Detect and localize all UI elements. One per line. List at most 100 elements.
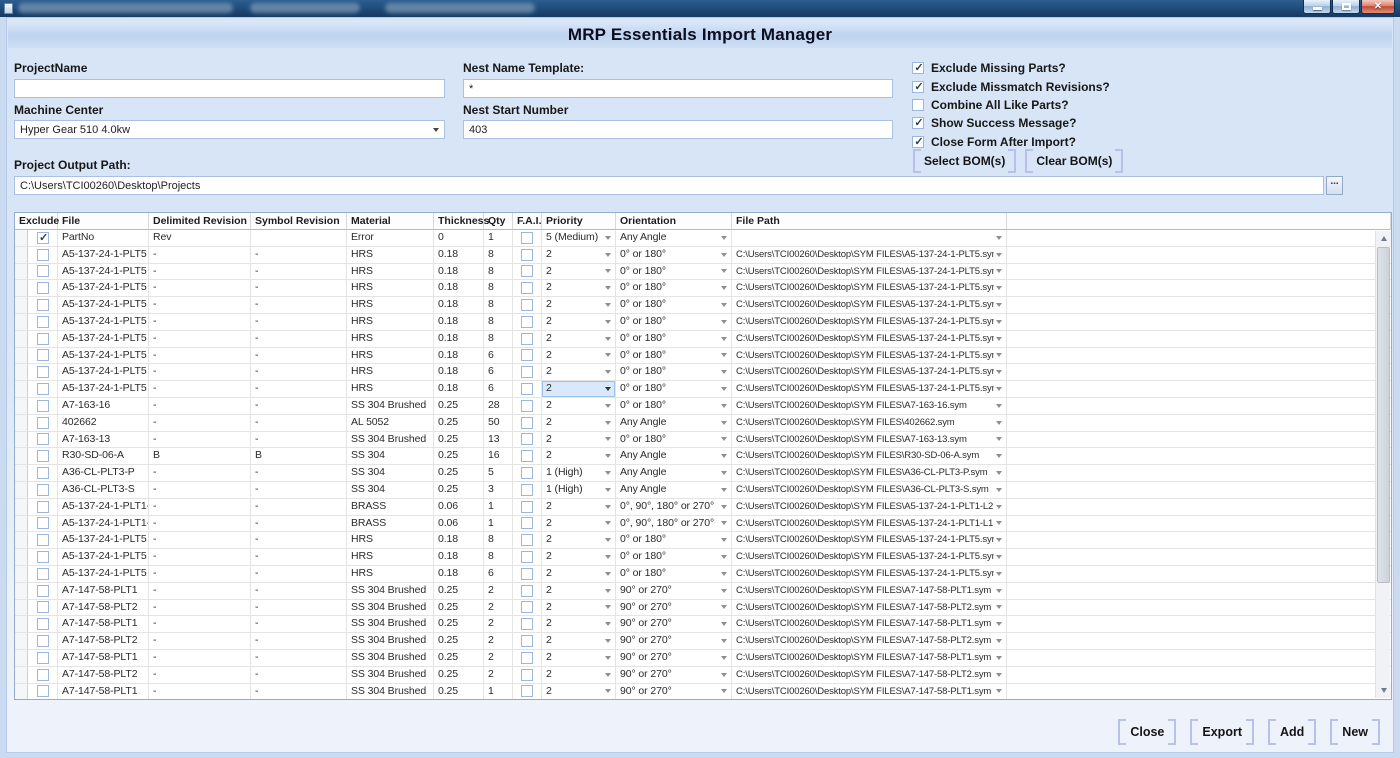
exclude-checkbox[interactable] — [37, 467, 49, 479]
exclude-checkbox[interactable] — [37, 265, 49, 277]
fai-cell[interactable] — [513, 566, 542, 583]
priority-dropdown[interactable]: 2 — [542, 432, 616, 449]
fai-checkbox[interactable] — [521, 366, 533, 378]
col-header-delimited-revision[interactable]: Delimited Revision — [149, 213, 251, 230]
row-header-cell[interactable] — [15, 684, 28, 699]
fai-cell[interactable] — [513, 549, 542, 566]
close-button[interactable]: Close — [1118, 719, 1176, 745]
select-bom-button[interactable]: Select BOM(s) — [913, 149, 1016, 173]
file-path-dropdown[interactable] — [732, 230, 1007, 247]
fai-checkbox[interactable] — [521, 585, 533, 597]
orientation-dropdown[interactable]: Any Angle — [616, 482, 732, 499]
row-header-cell[interactable] — [15, 314, 28, 331]
fai-cell[interactable] — [513, 448, 542, 465]
exclude-checkbox[interactable] — [37, 366, 49, 378]
fai-checkbox[interactable] — [521, 501, 533, 513]
exclude-checkbox[interactable] — [37, 316, 49, 328]
browse-button[interactable]: ... — [1326, 176, 1343, 195]
fai-checkbox[interactable] — [521, 249, 533, 261]
exclude-checkbox[interactable] — [37, 585, 49, 597]
priority-dropdown[interactable]: 2 — [542, 297, 616, 314]
priority-dropdown[interactable]: 2 — [542, 684, 616, 699]
orientation-dropdown[interactable]: Any Angle — [616, 230, 732, 247]
orientation-dropdown[interactable]: Any Angle — [616, 448, 732, 465]
file-path-dropdown[interactable]: C:\Users\TCI00260\Desktop\SYM FILES\A5-1… — [732, 566, 1007, 583]
exclude-cell[interactable] — [28, 650, 58, 667]
priority-dropdown[interactable]: 2 — [542, 415, 616, 432]
orientation-dropdown[interactable]: Any Angle — [616, 415, 732, 432]
fai-checkbox[interactable] — [521, 669, 533, 681]
file-path-dropdown[interactable]: C:\Users\TCI00260\Desktop\SYM FILES\A7-1… — [732, 432, 1007, 449]
file-path-dropdown[interactable]: C:\Users\TCI00260\Desktop\SYM FILES\A5-1… — [732, 381, 1007, 398]
row-header-cell[interactable] — [15, 348, 28, 365]
exclude-cell[interactable] — [28, 499, 58, 516]
exclude-cell[interactable] — [28, 516, 58, 533]
file-path-dropdown[interactable]: C:\Users\TCI00260\Desktop\SYM FILES\A5-1… — [732, 247, 1007, 264]
exclude-cell[interactable] — [28, 230, 58, 247]
fai-cell[interactable] — [513, 381, 542, 398]
priority-dropdown[interactable]: 2 — [542, 549, 616, 566]
file-path-dropdown[interactable]: C:\Users\TCI00260\Desktop\SYM FILES\A5-1… — [732, 280, 1007, 297]
row-header-cell[interactable] — [15, 499, 28, 516]
exclude-cell[interactable] — [28, 331, 58, 348]
exclude-checkbox[interactable] — [37, 232, 49, 244]
col-header-fai[interactable]: F.A.I. — [513, 213, 542, 230]
fai-cell[interactable] — [513, 650, 542, 667]
fai-cell[interactable] — [513, 432, 542, 449]
row-header-cell[interactable] — [15, 432, 28, 449]
fai-cell[interactable] — [513, 415, 542, 432]
exclude-checkbox[interactable] — [37, 635, 49, 647]
exclude-cell[interactable] — [28, 616, 58, 633]
row-header-cell[interactable] — [15, 633, 28, 650]
table-vertical-scrollbar[interactable] — [1375, 231, 1390, 698]
orientation-dropdown[interactable]: 0° or 180° — [616, 364, 732, 381]
orientation-dropdown[interactable]: 90° or 270° — [616, 583, 732, 600]
exclude-cell[interactable] — [28, 465, 58, 482]
row-header-cell[interactable] — [15, 465, 28, 482]
priority-dropdown[interactable]: 2 — [542, 600, 616, 617]
row-header-cell[interactable] — [15, 264, 28, 281]
orientation-dropdown[interactable]: 90° or 270° — [616, 633, 732, 650]
exclude-checkbox[interactable] — [37, 299, 49, 311]
priority-dropdown[interactable]: 2 — [542, 650, 616, 667]
add-button[interactable]: Add — [1268, 719, 1316, 745]
file-path-dropdown[interactable]: C:\Users\TCI00260\Desktop\SYM FILES\A5-1… — [732, 314, 1007, 331]
priority-dropdown[interactable]: 2 — [542, 348, 616, 365]
orientation-dropdown[interactable]: 90° or 270° — [616, 600, 732, 617]
fai-checkbox[interactable] — [521, 316, 533, 328]
exclude-cell[interactable] — [28, 432, 58, 449]
row-header-cell[interactable] — [15, 297, 28, 314]
exclude-checkbox[interactable] — [37, 568, 49, 580]
export-button[interactable]: Export — [1190, 719, 1254, 745]
exclude-checkbox[interactable] — [37, 433, 49, 445]
project-output-path-input[interactable] — [14, 176, 1324, 195]
fai-checkbox[interactable] — [521, 400, 533, 412]
priority-dropdown[interactable]: 2 — [542, 633, 616, 650]
orientation-dropdown[interactable]: 0° or 180° — [616, 532, 732, 549]
fai-checkbox[interactable] — [521, 417, 533, 429]
priority-dropdown[interactable]: 2 — [542, 314, 616, 331]
fai-checkbox[interactable] — [521, 601, 533, 613]
orientation-dropdown[interactable]: 0° or 180° — [616, 549, 732, 566]
exclude-cell[interactable] — [28, 482, 58, 499]
col-header-priority[interactable]: Priority — [542, 213, 616, 230]
fai-checkbox[interactable] — [521, 551, 533, 563]
priority-dropdown[interactable]: 2 — [542, 616, 616, 633]
priority-dropdown[interactable]: 2 — [542, 583, 616, 600]
row-header-cell[interactable] — [15, 650, 28, 667]
scrollbar-thumb[interactable] — [1377, 247, 1390, 583]
fai-cell[interactable] — [513, 499, 542, 516]
minimize-button[interactable] — [1303, 0, 1331, 14]
fai-checkbox[interactable] — [521, 433, 533, 445]
file-path-dropdown[interactable]: C:\Users\TCI00260\Desktop\SYM FILES\R30-… — [732, 448, 1007, 465]
file-path-dropdown[interactable]: C:\Users\TCI00260\Desktop\SYM FILES\A7-1… — [732, 684, 1007, 699]
row-header-cell[interactable] — [15, 532, 28, 549]
exclude-cell[interactable] — [28, 448, 58, 465]
fai-cell[interactable] — [513, 616, 542, 633]
row-header-cell[interactable] — [15, 448, 28, 465]
fai-checkbox[interactable] — [521, 534, 533, 546]
orientation-dropdown[interactable]: 0° or 180° — [616, 398, 732, 415]
row-header-cell[interactable] — [15, 415, 28, 432]
fai-checkbox[interactable] — [521, 282, 533, 294]
orientation-dropdown[interactable]: 0°, 90°, 180° or 270° — [616, 516, 732, 533]
